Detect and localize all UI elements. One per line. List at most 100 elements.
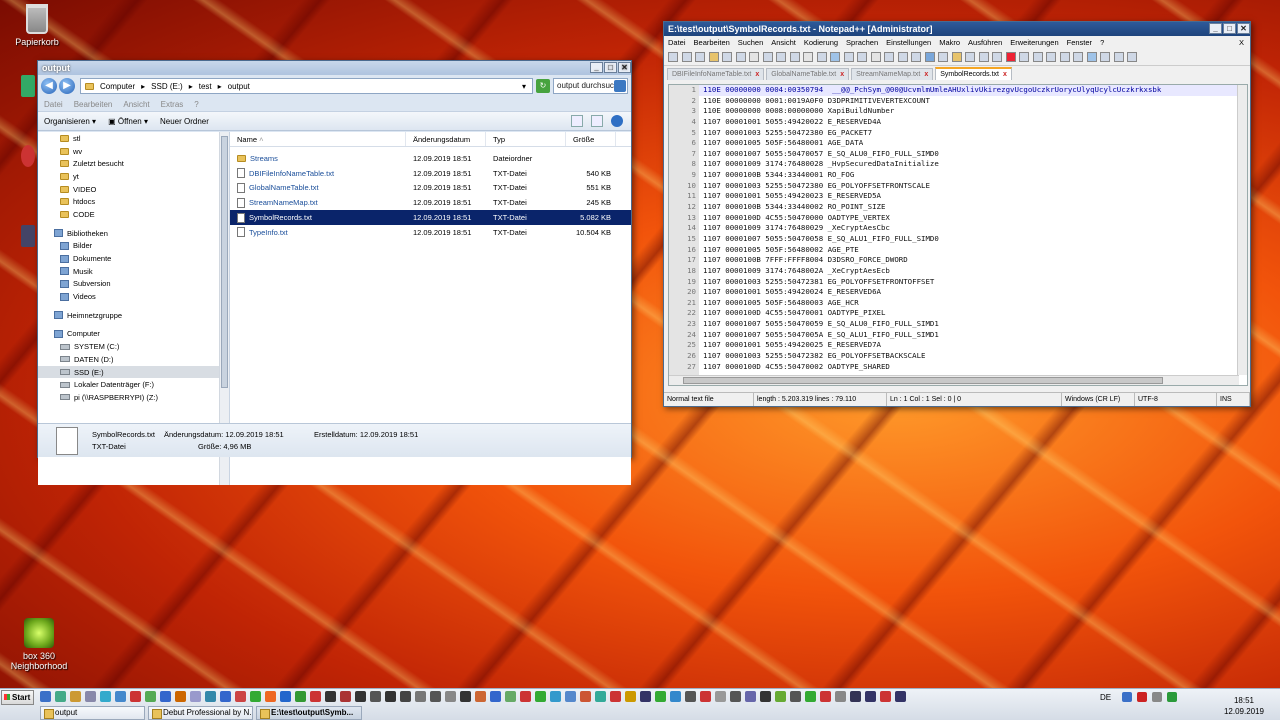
editor-line[interactable]: 14 1107 00001009 3174:76480029 _XeCryptAe… <box>669 223 1239 234</box>
organize-button[interactable]: Organisieren ▾ <box>44 117 96 126</box>
toolbar-tool-icon[interactable] <box>924 52 935 62</box>
nav-item-stl[interactable]: stl <box>38 132 229 145</box>
toolbar-tool-icon[interactable] <box>1059 52 1070 62</box>
quick-launch-icon[interactable] <box>445 691 456 702</box>
close-tab-icon[interactable]: x <box>755 71 759 78</box>
quick-launch-icon[interactable] <box>880 691 891 702</box>
quick-launch-icon[interactable] <box>775 691 786 702</box>
editor-line[interactable]: 22 1107 0000100D 4C55:50470001 OADTYPE_PI… <box>669 308 1239 320</box>
menu-extras[interactable]: Extras <box>161 100 184 109</box>
breadcrumb-test[interactable]: test <box>199 82 212 91</box>
forward-button[interactable]: ▶ <box>59 78 75 94</box>
breadcrumb-ssd[interactable]: SSD (E:) <box>151 82 183 91</box>
breadcrumb-computer[interactable]: Computer <box>100 82 135 91</box>
quick-launch-icon[interactable] <box>565 691 576 702</box>
editor-content[interactable]: 1 110E 00000000 0004:00350794 __@@_PchSym… <box>669 85 1239 373</box>
quick-launch-icon[interactable] <box>205 691 216 702</box>
nav-item-homegroup[interactable]: Heimnetzgruppe <box>38 309 229 322</box>
quick-launch-icon[interactable] <box>835 691 846 702</box>
search-icon[interactable] <box>614 80 626 92</box>
quick-launch-icon[interactable] <box>130 691 141 702</box>
file-row[interactable]: StreamNameMap.txt 12.09.2019 18:51 TXT-D… <box>230 195 631 210</box>
toolbar-tool-icon[interactable] <box>816 52 827 62</box>
editor-line[interactable]: 13 1107 0000100D 4C55:50470000 OADTYPE_VE… <box>669 212 1239 224</box>
file-row[interactable]: TypeInfo.txt 12.09.2019 18:51 TXT-Datei … <box>230 225 631 240</box>
taskbar-window-notepad[interactable]: E:\test\output\Symb... <box>256 706 362 720</box>
back-button[interactable]: ◀ <box>41 78 57 94</box>
menu-bearbeiten[interactable]: Bearbeiten <box>694 38 730 47</box>
toolbar-tool-icon[interactable] <box>749 52 759 62</box>
quick-launch-icon[interactable] <box>610 691 621 702</box>
preview-pane-icon[interactable] <box>591 115 603 127</box>
close-tab-icon[interactable]: x <box>840 71 844 78</box>
nav-item-computer[interactable]: Computer <box>38 328 229 341</box>
menu-ansicht[interactable]: Ansicht <box>123 100 149 109</box>
network-icon[interactable] <box>1152 692 1162 702</box>
toolbar-tool-icon[interactable] <box>776 52 786 62</box>
toolbar-tool-icon[interactable] <box>897 52 908 62</box>
nav-item-yt[interactable]: yt <box>38 170 229 183</box>
quick-launch-icon[interactable] <box>520 691 531 702</box>
menu-einstellungen[interactable]: Einstellungen <box>886 38 931 47</box>
taskbar-window-explorer[interactable]: output <box>40 706 145 720</box>
toolbar-tool-icon[interactable] <box>857 52 867 62</box>
toolbar-tool-icon[interactable] <box>668 52 678 62</box>
toolbar-tool-icon[interactable] <box>1032 52 1043 62</box>
maximize-button[interactable]: □ <box>604 62 617 73</box>
quick-launch-icon[interactable] <box>505 691 516 702</box>
quick-launch-icon[interactable] <box>595 691 606 702</box>
column-date[interactable]: Änderungsdatum <box>406 132 486 146</box>
editor-line[interactable]: 8 1107 00001009 3174:76480028 _HvpSecured… <box>669 159 1239 171</box>
breadcrumb-output[interactable]: output <box>228 82 250 91</box>
text-editor[interactable]: 1 110E 00000000 0004:00350794 __@@_PchSym… <box>668 84 1248 386</box>
help-icon[interactable] <box>611 115 623 127</box>
xbox-neighborhood[interactable]: box 360 Neighborhood <box>0 618 78 671</box>
quick-launch-icon[interactable] <box>550 691 561 702</box>
menu-ausfuehren[interactable]: Ausführen <box>968 38 1002 47</box>
nav-item-drive-d[interactable]: DATEN (D:) <box>38 353 229 366</box>
toolbar-tool-icon[interactable] <box>1073 52 1083 62</box>
quick-launch-icon[interactable] <box>145 691 156 702</box>
quick-launch-icon[interactable] <box>220 691 231 702</box>
open-button[interactable]: ▣ Öffnen ▾ <box>108 117 148 126</box>
file-row-selected[interactable]: SymbolRecords.txt 12.09.2019 18:51 TXT-D… <box>230 210 631 225</box>
close-button[interactable]: ✕ <box>618 62 631 73</box>
quick-launch-icon[interactable] <box>805 691 816 702</box>
quick-launch-icon[interactable] <box>55 691 66 702</box>
toolbar-tool-icon[interactable] <box>803 52 813 62</box>
quick-launch-icon[interactable] <box>250 691 261 702</box>
close-document-button[interactable]: X <box>1239 38 1244 47</box>
editor-line[interactable]: 9 1107 0000100B 5344:33440001 RO_FOG <box>669 170 1239 181</box>
quick-launch-icon[interactable] <box>640 691 651 702</box>
quick-launch-icon[interactable] <box>85 691 96 702</box>
toolbar-tool-icon[interactable] <box>884 52 894 62</box>
desktop-shortcut-2[interactable] <box>20 145 36 170</box>
editor-line[interactable]: 10 1107 00001003 5255:50472380 EG_POLYOFF… <box>669 180 1239 192</box>
editor-line[interactable]: 4 1107 00001001 5055:49420022 E_RESERVED4… <box>669 116 1239 128</box>
tab-dbifileinfonametable[interactable]: DBIFileInfoNameTable.txt x <box>667 68 765 80</box>
nav-item-musik[interactable]: Musik <box>38 265 229 278</box>
column-type[interactable]: Typ <box>486 132 566 146</box>
toolbar-tool-icon[interactable] <box>681 52 692 62</box>
address-bar[interactable]: Computer ▸ SSD (E:) ▸ test ▸ output ▾ <box>80 78 533 94</box>
security-icon[interactable] <box>1167 692 1177 702</box>
nav-item-subversion[interactable]: Subversion <box>38 278 229 291</box>
refresh-button[interactable]: ↻ <box>536 79 550 93</box>
new-folder-button[interactable]: Neuer Ordner <box>160 117 209 126</box>
quick-launch-icon[interactable] <box>385 691 396 702</box>
editor-line[interactable]: 15 1107 00001007 5055:50470058 E_SQ_ALU1_… <box>669 233 1239 245</box>
quick-launch-icon[interactable] <box>580 691 591 702</box>
editor-line[interactable]: 25 1107 00001001 5055:49420025 E_RESERVED… <box>669 340 1239 352</box>
nav-item-wv[interactable]: wv <box>38 145 229 158</box>
editor-line[interactable]: 23 1107 00001007 5055:50470059 E_SQ_ALU0_… <box>669 319 1239 330</box>
toolbar-tool-icon[interactable] <box>735 52 746 62</box>
quick-launch-icon[interactable] <box>40 691 51 702</box>
menu-fenster[interactable]: Fenster <box>1067 38 1092 47</box>
toolbar-tool-icon[interactable] <box>1127 52 1137 62</box>
quick-launch-icon[interactable] <box>700 691 711 702</box>
editor-line[interactable]: 1 110E 00000000 0004:00350794 __@@_PchSym… <box>669 85 1239 96</box>
nav-item-libraries[interactable]: Bibliotheken <box>38 227 229 240</box>
quick-launch-icon[interactable] <box>895 691 906 702</box>
nav-item-drive-f[interactable]: Lokaler Datenträger (F:) <box>38 378 229 391</box>
quick-launch-icon[interactable] <box>715 691 726 702</box>
